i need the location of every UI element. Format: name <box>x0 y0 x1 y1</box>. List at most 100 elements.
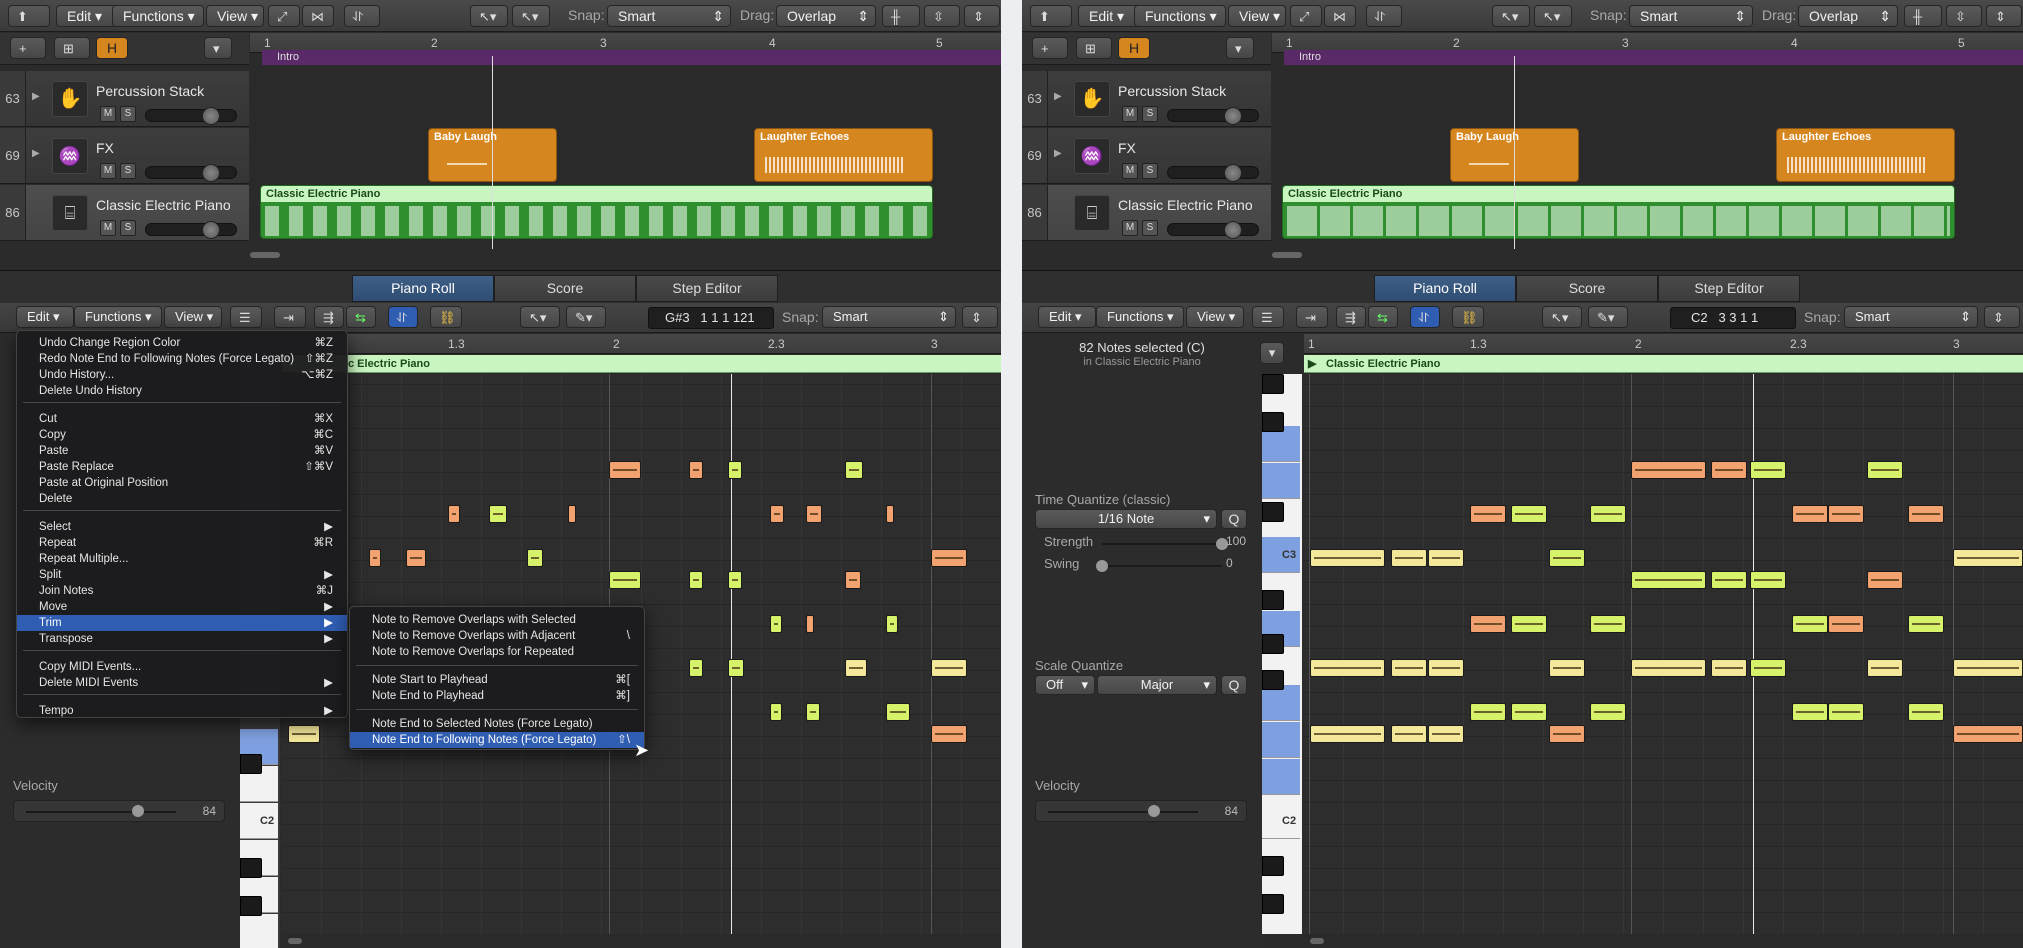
snap-select[interactable]: Smart ⇕ <box>1629 5 1753 27</box>
mute-button[interactable]: M <box>100 163 116 179</box>
collapse-button[interactable]: ⇆ <box>346 306 376 328</box>
midi-note[interactable] <box>689 461 703 479</box>
midi-note[interactable] <box>1470 615 1506 633</box>
volume-fader[interactable] <box>1167 107 1259 125</box>
midi-note[interactable] <box>1792 505 1828 523</box>
midi-note[interactable] <box>728 571 742 589</box>
midi-note[interactable] <box>1391 659 1427 677</box>
midi-note[interactable] <box>1310 725 1385 743</box>
menu-item-paste-replace[interactable]: Paste Replace ⇧⌘V <box>17 459 347 475</box>
midi-note[interactable] <box>1391 725 1427 743</box>
fader-knob[interactable] <box>1224 221 1242 239</box>
piano-key[interactable] <box>1262 722 1300 758</box>
piano-key[interactable] <box>1262 502 1284 522</box>
slider-knob[interactable] <box>132 805 144 817</box>
secondary-tool[interactable]: ↖▾ <box>1534 5 1572 27</box>
menu-item-delete[interactable]: Delete <box>17 491 347 507</box>
view-menu-button[interactable]: View ▾ <box>1228 5 1286 27</box>
tab-step-editor[interactable]: Step Editor <box>636 275 778 302</box>
tracks-area[interactable]: Baby Laugh Laughter Echoes Classic Elect… <box>250 56 1001 249</box>
menu-item-undo-history[interactable]: Undo History... ⌥⌘Z <box>17 367 347 383</box>
piano-key[interactable]: C3 <box>1262 537 1300 573</box>
midi-note[interactable] <box>1953 725 2023 743</box>
inspector-menu-button[interactable]: ▾ <box>1260 342 1284 364</box>
back-button[interactable]: ⬆ <box>1030 5 1072 27</box>
midi-note[interactable] <box>1908 615 1944 633</box>
midi-note[interactable] <box>1631 571 1706 589</box>
velocity-slider[interactable]: 84 <box>13 800 225 822</box>
piano-key[interactable] <box>1262 374 1284 394</box>
midi-note[interactable] <box>1750 571 1786 589</box>
vertical-zoom-button[interactable]: ⇳ <box>924 5 960 27</box>
menu-item-trim[interactable]: Trim ▶ <box>17 615 347 631</box>
midi-note[interactable] <box>1631 659 1706 677</box>
catch-track-button[interactable]: ▾ <box>204 37 232 59</box>
trim-item-note-to-remove-overlaps-with-adjacent[interactable]: Note to Remove Overlaps with Adjacent \ <box>350 628 644 644</box>
midi-note[interactable] <box>1953 549 2023 567</box>
mute-button[interactable]: M <box>1122 106 1138 122</box>
piano-roll-ruler[interactable]: 1.3 2 2.3 3 <box>282 334 1001 354</box>
playhead[interactable] <box>1753 374 1754 934</box>
tab-score[interactable]: Score <box>494 275 636 302</box>
horizontal-zoom-button[interactable]: ⇕ <box>964 5 1000 27</box>
piano-roll-ruler[interactable]: 1 1.3 2 2.3 3 <box>1304 334 2023 354</box>
volume-fader[interactable] <box>1167 221 1259 239</box>
drag-select[interactable]: Overlap ⇕ <box>1798 5 1898 27</box>
strength-slider[interactable] <box>1102 538 1228 550</box>
midi-note[interactable] <box>527 549 543 567</box>
midi-out-button[interactable]: ⇶ <box>314 306 344 328</box>
midi-note[interactable] <box>886 703 910 721</box>
fader-knob[interactable] <box>1224 164 1242 182</box>
editor-edit-menu[interactable]: Edit ▾ <box>16 306 74 328</box>
midi-note[interactable] <box>728 659 744 677</box>
menu-item-join-notes[interactable]: Join Notes ⌘J <box>17 583 347 599</box>
midi-note[interactable] <box>1867 659 1903 677</box>
midi-note[interactable] <box>1391 549 1427 567</box>
menu-item-delete-undo-history[interactable]: Delete Undo History <box>17 383 347 399</box>
midi-in-button[interactable]: ⇥ <box>1296 306 1328 328</box>
midi-note[interactable] <box>1511 703 1547 721</box>
midi-note[interactable] <box>1310 549 1385 567</box>
region-classic-electric-piano[interactable]: Classic Electric Piano <box>1282 185 1955 239</box>
volume-fader[interactable] <box>145 221 237 239</box>
piano-key[interactable] <box>1262 894 1284 914</box>
fader-knob[interactable] <box>202 164 220 182</box>
midi-note[interactable] <box>568 505 576 523</box>
back-button[interactable]: ⬆ <box>8 5 50 27</box>
pencil-tool[interactable]: ✎▾ <box>1588 306 1628 328</box>
solo-button[interactable]: S <box>120 163 136 179</box>
folder-button[interactable]: ⊞ <box>1076 37 1112 59</box>
menu-item-undo-change-region-color[interactable]: Undo Change Region Color ⌘Z <box>17 335 347 351</box>
midi-note[interactable] <box>770 703 782 721</box>
marker-intro[interactable]: Intro <box>262 50 1001 65</box>
region-laughter-echoes[interactable]: Laughter Echoes <box>1776 128 1955 182</box>
region-classic-electric-piano[interactable]: Classic Electric Piano <box>260 185 933 239</box>
trim-item-note-start-to-playhead[interactable]: Note Start to Playhead ⌘[ <box>350 672 644 688</box>
menu-item-tempo[interactable]: Tempo ▶ <box>17 703 347 719</box>
midi-note[interactable] <box>1470 703 1506 721</box>
region-laughter-echoes[interactable]: Laughter Echoes <box>754 128 933 182</box>
midi-note[interactable] <box>845 461 863 479</box>
catch-track-button[interactable]: ▾ <box>1226 37 1254 59</box>
midi-note[interactable] <box>1750 461 1786 479</box>
mute-button[interactable]: M <box>100 106 116 122</box>
piano-key[interactable] <box>1262 590 1284 610</box>
piano-key[interactable] <box>1262 759 1300 795</box>
editor-view-menu[interactable]: View ▾ <box>164 306 222 328</box>
position-display[interactable]: C2 3 3 1 1 <box>1670 307 1796 329</box>
menu-item-paste[interactable]: Paste ⌘V <box>17 443 347 459</box>
piano-roll-scrollbar[interactable] <box>1310 938 1324 944</box>
midi-note[interactable] <box>369 549 381 567</box>
midi-note[interactable] <box>845 571 861 589</box>
menu-item-copy-midi-events[interactable]: Copy MIDI Events... <box>17 659 347 675</box>
midi-note[interactable] <box>1428 659 1464 677</box>
track-header-fx[interactable]: 69 ▶ ♒ FX M S <box>0 128 249 184</box>
track-header-fx[interactable]: 69 ▶ ♒ FX M S <box>1022 128 1271 184</box>
menu-item-select[interactable]: Select ▶ <box>17 519 347 535</box>
snap-select[interactable]: Smart ⇕ <box>607 5 731 27</box>
midi-note[interactable] <box>931 659 967 677</box>
midi-note[interactable] <box>806 703 820 721</box>
midi-note[interactable] <box>886 615 898 633</box>
solo-button[interactable]: S <box>120 220 136 236</box>
snap-select[interactable]: Smart ⇕ <box>1844 306 1978 328</box>
